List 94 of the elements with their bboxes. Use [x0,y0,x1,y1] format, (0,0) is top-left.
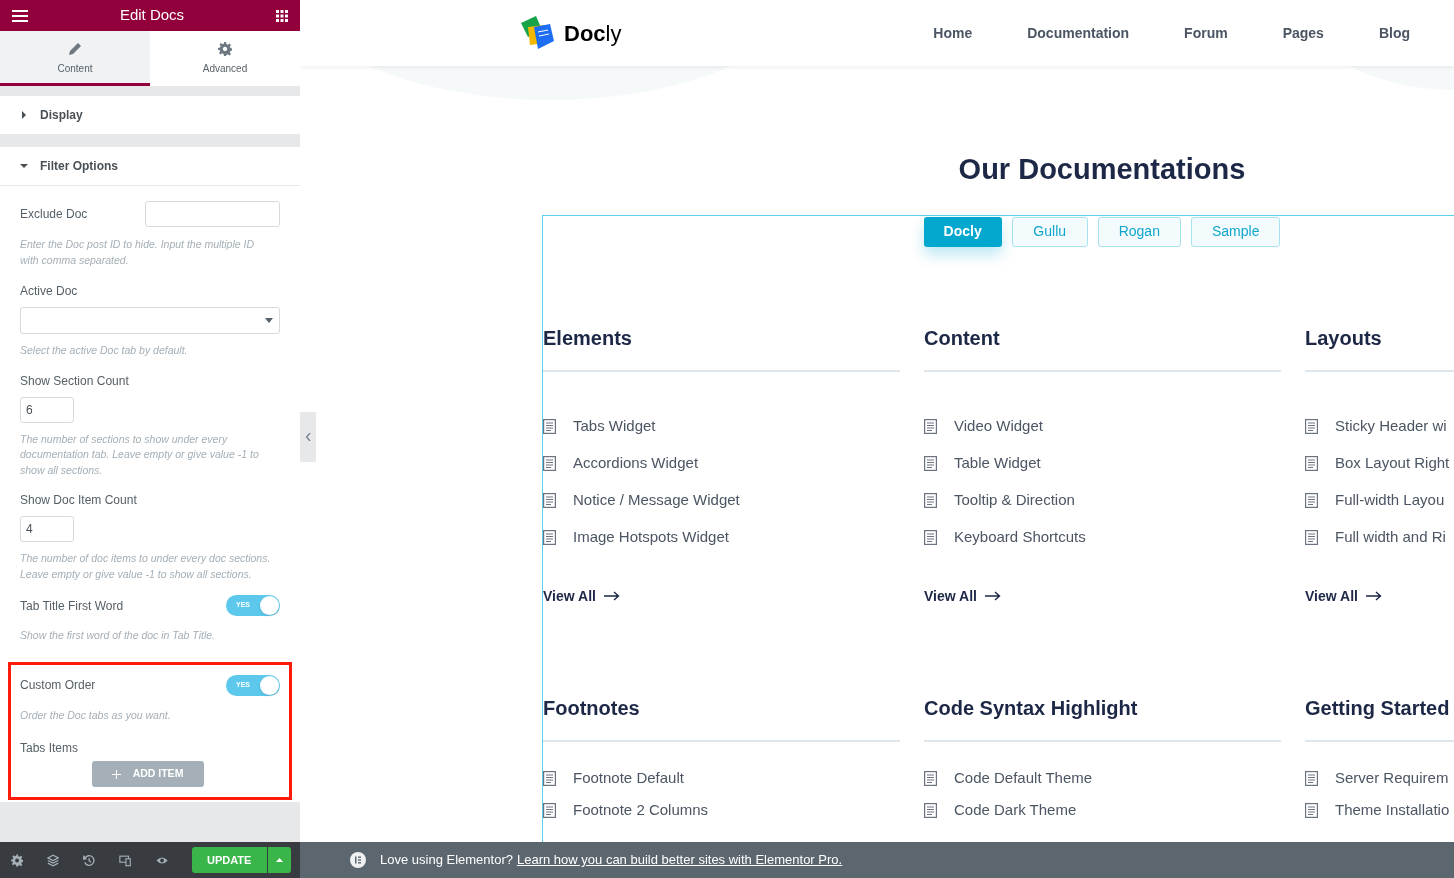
document-icon [1305,530,1318,545]
document-icon [924,456,937,471]
document-icon [924,493,937,508]
view-all-link[interactable]: View All [924,585,1281,607]
doc-link[interactable]: Full width and Ri [1335,526,1446,549]
panel-title: Edit Docs [119,5,185,26]
devices-icon[interactable] [119,853,132,867]
arrow-right-icon [984,591,1001,601]
document-icon [924,803,937,818]
nav-link[interactable]: Home [933,22,973,44]
caret-down-icon [265,318,273,323]
logo-text: Docly [564,19,622,48]
doc-link[interactable]: Notice / Message Widget [573,489,740,512]
history-icon[interactable] [83,853,96,867]
plus-icon [111,769,121,779]
layers-icon[interactable] [47,853,60,867]
document-icon [543,419,556,434]
control-label: Show Doc Item Count [20,492,138,509]
control-description: Order the Doc tabs as you want. [20,707,172,723]
doc-link[interactable]: Full-width Layou [1335,489,1445,512]
control-label: Custom Order [20,677,96,694]
pencil-icon [68,41,82,56]
document-icon [924,419,937,434]
doc-link[interactable]: Video Widget [954,415,1043,438]
document-icon [924,771,937,786]
doc-link[interactable]: Sticky Header wi [1335,415,1447,438]
doc-link[interactable]: Box Layout Right [1335,452,1450,475]
section-title: Layouts [1305,322,1454,372]
nav-link[interactable]: Forum [1184,22,1228,44]
doc-link[interactable]: Footnote 2 Columns [573,799,709,822]
caret-up-icon [275,858,283,862]
caret-right-icon [20,111,28,119]
document-icon [1305,803,1318,818]
section-header[interactable]: Filter Options [0,147,300,186]
doc-link[interactable]: Code Default Theme [954,767,1093,790]
control-label: Tabs Items [20,740,80,757]
collapse-handle[interactable] [300,412,316,462]
notice-text: Love using Elementor? [380,851,513,870]
control-description: The number of sections to show under every documentation tab. Leave empty or give value -1 to show all sections. [20,431,260,478]
control-label: Tab Title First Word [20,597,124,615]
section-title: Code Syntax Highlight [924,692,1281,742]
arrow-right-icon [603,591,620,601]
notice-link[interactable]: Learn how you can build better sites with Elementor Pro. [517,850,843,870]
view-all-link[interactable]: View All [1305,585,1454,607]
nav-link[interactable]: Pages [1282,22,1324,44]
section-header[interactable]: Display [0,96,300,135]
doc-link[interactable]: Footnote Default [573,767,684,790]
nav-link[interactable]: Documentation [1027,22,1130,44]
control-description: Select the active Doc tab by default. [20,343,189,358]
document-icon [1305,771,1318,786]
section-title: Getting Started [1305,692,1454,742]
caret-down-icon [20,162,28,170]
doc-link[interactable]: Accordions Widget [573,452,699,475]
section-title: Elements [543,322,900,372]
doc-link[interactable]: Image Hotspots Widget [573,526,729,549]
control-label: Exclude Doc [20,206,88,223]
options-button[interactable] [267,847,291,873]
number-field[interactable]: 4 [20,516,74,542]
control-label: Show Section Count [20,372,130,390]
doc-link[interactable]: Table Widget [954,452,1041,475]
doc-link[interactable]: Server Requirem [1335,767,1449,790]
gear-icon [218,41,232,56]
gear-icon[interactable] [11,853,24,867]
control-description: Enter the Doc post ID to hide. Input the multiple ID with comma separated. [20,237,256,268]
document-icon [543,803,556,818]
document-icon [543,493,556,508]
section-title: Content [924,322,1281,372]
doc-link[interactable]: Code Dark Theme [954,799,1077,822]
grid-icon[interactable] [276,9,288,22]
document-icon [1305,419,1318,434]
nav-link[interactable]: Blog [1378,22,1410,44]
view-all-link[interactable]: View All [543,585,900,607]
document-icon [543,530,556,545]
document-icon [543,771,556,786]
page-heading: Our Documentations [957,152,1247,187]
document-icon [1305,456,1318,471]
doc-link[interactable]: Tooltip & Direction [954,489,1075,512]
section-title: Footnotes [543,692,900,742]
doc-link[interactable]: Theme Installatio [1335,799,1450,822]
panel-tab[interactable]: Content [0,31,150,86]
menu-icon[interactable] [12,9,28,22]
control-label: Active Doc [20,283,79,300]
control-description: Show the first word of the doc in Tab Title. [20,628,217,643]
input-field[interactable] [145,201,280,227]
number-field[interactable]: 6 [20,396,74,423]
chevron-left-icon [305,433,311,441]
select-field[interactable] [20,307,280,334]
document-icon [1305,493,1318,508]
arrow-right-icon [1365,591,1382,601]
doc-link[interactable]: Tabs Widget [573,415,656,438]
document-icon [543,456,556,471]
control-description: The number of doc items to under every doc sections. Leave empty or give value -1 to show all sections. [20,551,272,582]
document-icon [924,530,937,545]
doc-link[interactable]: Keyboard Shortcuts [954,526,1086,549]
